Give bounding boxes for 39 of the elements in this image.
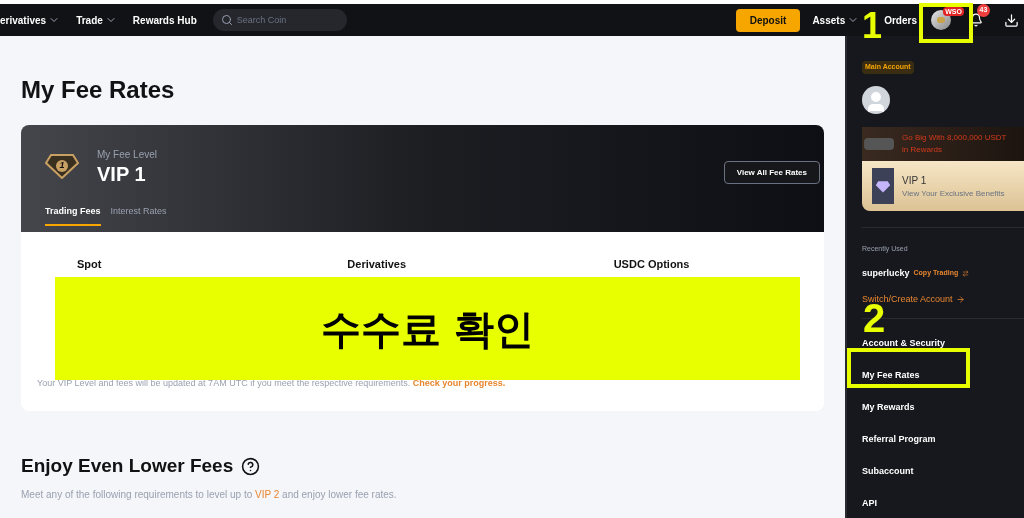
- fee-level-label: My Fee Level: [97, 148, 158, 162]
- user-avatar: [862, 86, 890, 114]
- help-icon[interactable]: [241, 456, 261, 476]
- section-description: Meet any of the following requirements to level up to VIP 2 and enjoy lower fee rates.: [21, 487, 398, 502]
- deposit-button[interactable]: Deposit: [735, 8, 801, 32]
- download-icon[interactable]: [1004, 12, 1019, 28]
- vip-title: VIP 1: [902, 173, 928, 188]
- search-icon: [220, 14, 233, 26]
- banner-text: Go Big With 8,000,000 USDT in Rewards: [902, 132, 1008, 156]
- account-menu-item[interactable]: My Rewards: [862, 400, 1024, 413]
- account-menu-item[interactable]: Subaccount: [862, 464, 1024, 477]
- diamond-badge-icon: 1: [45, 153, 79, 179]
- fee-tab[interactable]: Interest Rates: [110, 205, 167, 226]
- switch-icon: [962, 269, 970, 277]
- search-field[interactable]: Search Coin: [212, 9, 347, 31]
- annotation-frame: [919, 3, 973, 43]
- annotation-caption: 수수료 확인: [320, 304, 535, 354]
- page-title: My Fee Rates: [21, 78, 176, 102]
- nav-menu-item[interactable]: Assets: [812, 12, 860, 28]
- account-menu-item[interactable]: My Fee Rates: [862, 368, 1024, 381]
- view-all-fee-rates-button[interactable]: View All Fee Rates: [723, 161, 820, 184]
- vip-card[interactable]: VIP 1 View Your Exclusive Benefits: [862, 161, 1024, 211]
- nav-menu-item[interactable]: erivatives: [0, 12, 61, 28]
- nav-menu-item[interactable]: Orders: [884, 12, 917, 28]
- arrow-icon: [955, 295, 965, 305]
- account-menu-item[interactable]: Referral Program: [862, 432, 1024, 445]
- column-heading: USDC Options: [612, 257, 691, 272]
- section-title: Enjoy Even Lower Fees: [21, 454, 234, 478]
- column-heading: Derivatives: [346, 257, 408, 272]
- annotation-number: 1: [862, 8, 883, 44]
- fee-tab[interactable]: Trading Fees: [45, 205, 101, 226]
- nav-menu-item[interactable]: Trade: [76, 12, 117, 28]
- account-menu-item[interactable]: API: [862, 496, 1024, 509]
- column-heading: Spot: [77, 257, 103, 272]
- account-menu-item[interactable]: Account & Security: [862, 336, 1024, 349]
- vip-level: VIP 1: [97, 162, 147, 187]
- vip-subtitle: View Your Exclusive Benefits: [902, 187, 1005, 200]
- account-name[interactable]: superlucky: [862, 266, 910, 280]
- nav-menu-item[interactable]: Rewards Hub: [132, 12, 197, 28]
